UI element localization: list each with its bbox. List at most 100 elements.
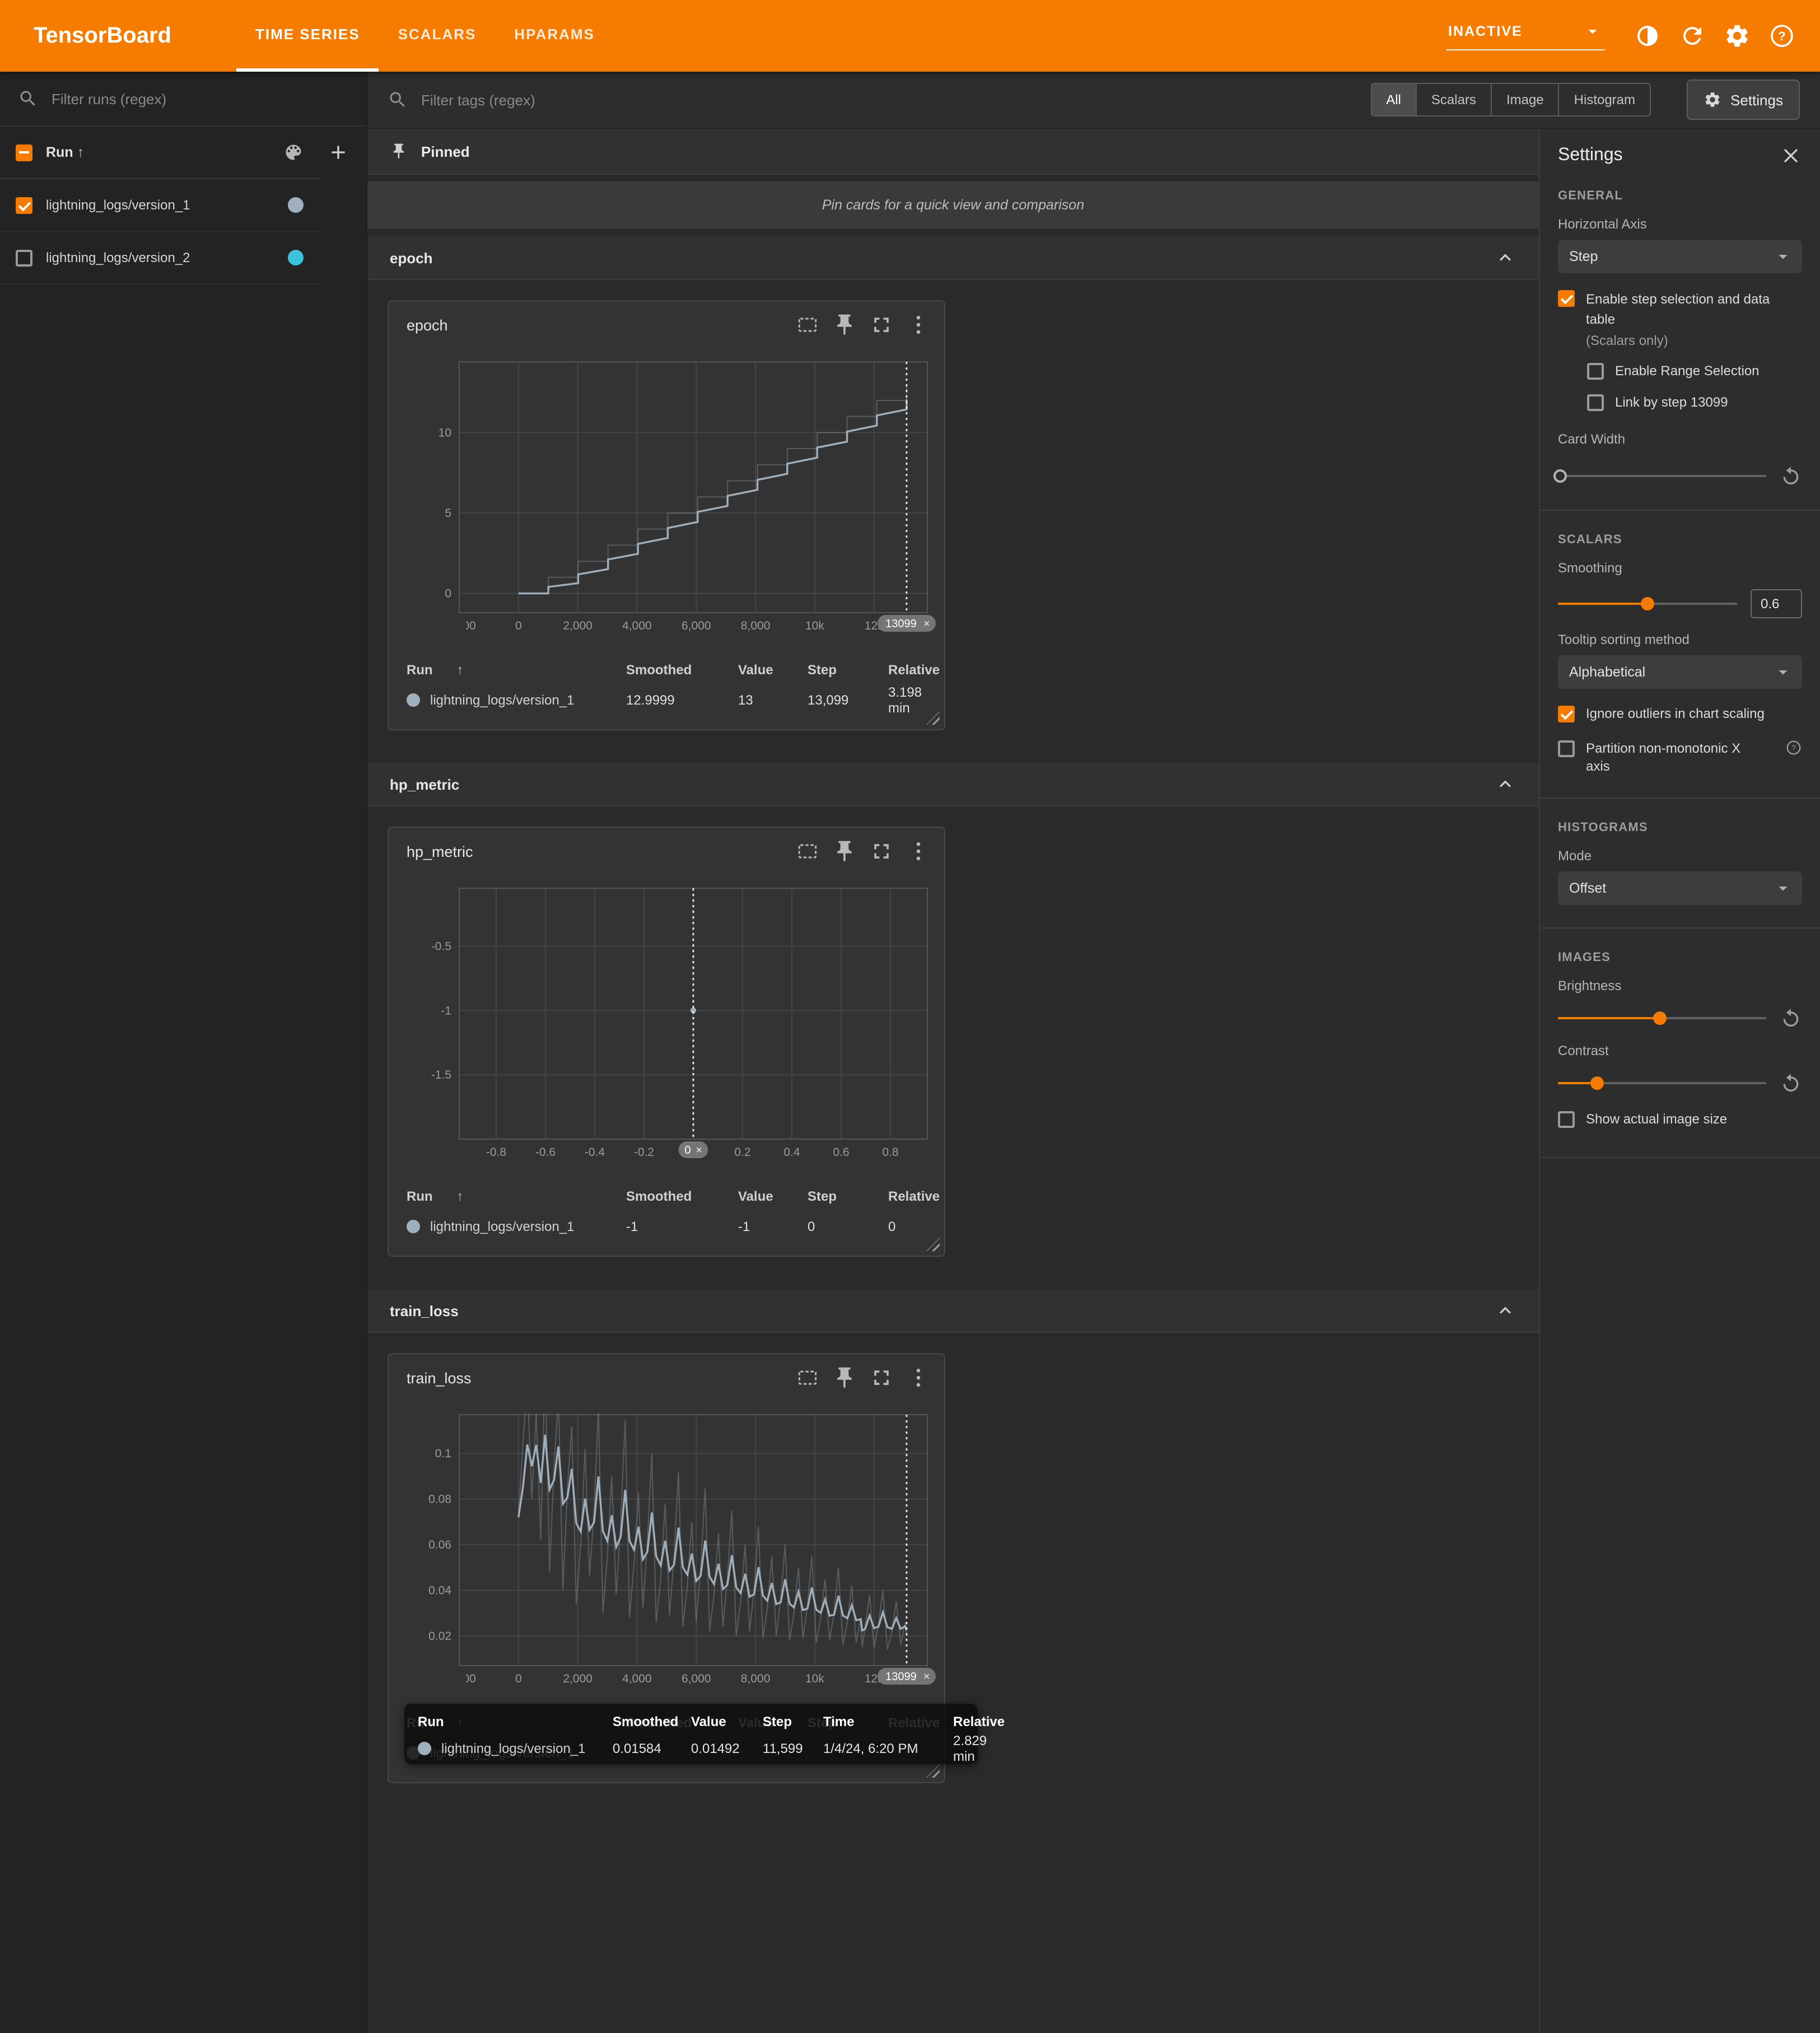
general-heading: GENERAL [1558,189,1802,203]
refresh-icon[interactable] [1679,22,1706,49]
brightness-slider[interactable] [1558,1017,1766,1019]
tags-filter-input[interactable] [419,90,782,109]
step-selection-checkbox[interactable] [1558,290,1575,307]
svg-text:8,000: 8,000 [741,1672,771,1685]
fit-to-data-icon[interactable] [795,313,820,337]
fit-to-data-icon[interactable] [795,839,820,864]
fullscreen-icon[interactable] [869,1365,894,1390]
svg-text:10k: 10k [805,1672,824,1685]
smoothing-input[interactable] [1751,590,1802,619]
reset-icon[interactable] [1780,465,1802,488]
app-title: TensorBoard [0,23,205,49]
filter-scalars-button[interactable]: Scalars [1416,83,1492,116]
link-by-step-checkbox[interactable] [1587,395,1604,412]
svg-text:?: ? [1791,743,1796,752]
smoothing-slider[interactable] [1558,603,1737,605]
help-icon[interactable]: ? [1768,22,1795,49]
epoch-data-table: Run ↑ Smoothed Value Step Relative light… [389,651,944,718]
pin-card-icon[interactable] [832,839,857,864]
section-header-hp-metric[interactable]: hp_metric [367,763,1539,806]
runs-filter-input[interactable] [49,89,348,108]
tab-time-series[interactable]: TIME SERIES [236,0,379,72]
theme-toggle-icon[interactable] [1634,22,1661,49]
scalars-heading: SCALARS [1558,534,1802,547]
open-settings-button[interactable]: Settings [1687,80,1800,120]
histogram-mode-select[interactable]: Offset [1558,871,1802,905]
search-icon [18,88,38,109]
tab-scalars[interactable]: SCALARS [379,0,496,72]
filter-image-button[interactable]: Image [1491,83,1560,116]
run-color-swatch[interactable] [288,250,304,265]
step-selection-row[interactable]: Enable step selection and data table (Sc… [1558,289,1802,348]
select-all-runs-checkbox[interactable] [16,144,32,161]
partition-x-row[interactable]: Partition non-monotonic X axis ? [1558,739,1802,775]
hp-metric-scatter-chart[interactable]: -0.8-0.6-0.4-0.200.20.40.60.8-0.5-1-1.50… [390,875,945,1177]
collapse-chevron-icon[interactable] [1494,773,1516,795]
tags-filter [388,90,1359,110]
actual-size-checkbox[interactable] [1558,1111,1575,1128]
epoch-line-chart[interactable]: -2,00002,0004,0006,0008,00010k12k0510130… [390,348,945,651]
run-checkbox[interactable] [16,197,32,213]
more-options-icon[interactable] [906,313,931,337]
reset-icon[interactable] [1780,1007,1802,1029]
section-header-train-loss[interactable]: train_loss [367,1289,1539,1333]
tab-hparams[interactable]: HPARAMS [495,0,614,72]
section-header-epoch[interactable]: epoch [367,236,1539,280]
close-icon[interactable] [1780,144,1802,167]
slider-thumb[interactable] [1591,1076,1604,1090]
settings-gear-icon[interactable] [1724,22,1751,49]
pin-card-icon[interactable] [832,313,857,337]
card-width-slider[interactable] [1558,475,1766,478]
svg-text:×: × [923,1671,930,1683]
tooltip-sort-label: Tooltip sorting method [1558,632,1802,648]
run-row-version-2[interactable]: lightning_logs/version_2 [0,232,319,285]
link-by-step-row[interactable]: Link by step 13099 [1587,393,1802,411]
actual-size-row[interactable]: Show actual image size [1558,1110,1802,1128]
run-color-swatch[interactable] [288,197,304,213]
plus-icon [327,141,349,164]
run-row-version-1[interactable]: lightning_logs/version_1 [0,179,319,232]
tag-type-filter-group: All Scalars Image Histogram [1370,83,1651,116]
ignore-outliers-row[interactable]: Ignore outliers in chart scaling [1558,705,1802,723]
filter-histogram-button[interactable]: Histogram [1558,83,1651,116]
more-options-icon[interactable] [906,839,931,864]
svg-text:8,000: 8,000 [741,619,771,632]
ignore-outliers-checkbox[interactable] [1558,706,1575,723]
run-checkbox[interactable] [16,249,32,266]
horizontal-axis-select[interactable]: Step [1558,240,1802,273]
fullscreen-icon[interactable] [869,313,894,337]
slider-thumb[interactable] [1641,598,1654,611]
actual-size-label: Show actual image size [1586,1110,1727,1128]
fullscreen-icon[interactable] [869,839,894,864]
section-title: hp_metric [390,776,459,792]
settings-panel: Settings GENERAL Horizontal Axis Step [1539,129,1820,2033]
slider-thumb[interactable] [1653,1011,1667,1025]
runs-sort-header[interactable]: Run ↑ [46,144,270,160]
cards-area: Pinned Pin cards for a quick view and co… [367,129,1539,2033]
range-selection-checkbox[interactable] [1587,363,1604,380]
fit-to-data-icon[interactable] [795,1365,820,1390]
chevron-down-icon [1773,246,1793,267]
svg-text:-1.5: -1.5 [431,1069,451,1081]
reset-icon[interactable] [1780,1072,1802,1094]
range-selection-row[interactable]: Enable Range Selection [1587,362,1802,380]
collapse-chevron-icon[interactable] [1494,246,1516,269]
svg-text:10: 10 [438,426,451,439]
add-experiment-button[interactable] [319,127,357,178]
filter-all-button[interactable]: All [1370,83,1417,116]
status-label: INACTIVE [1448,24,1523,39]
pin-card-icon[interactable] [832,1365,857,1390]
step-selection-label: Enable step selection and data table [1586,291,1770,327]
palette-icon[interactable] [283,142,304,162]
help-icon[interactable]: ? [1785,739,1802,756]
slider-thumb[interactable] [1553,470,1567,483]
collapse-chevron-icon[interactable] [1494,1299,1516,1322]
tooltip-sort-select[interactable]: Alphabetical [1558,656,1802,689]
train-loss-line-chart[interactable]: -2,00002,0004,0006,0008,00010k12k0.020.0… [390,1401,945,1704]
more-options-icon[interactable] [906,1365,931,1390]
contrast-slider[interactable] [1558,1082,1766,1084]
settings-panel-title: Settings [1558,146,1623,166]
partition-x-checkbox[interactable] [1558,740,1575,757]
runs-table: Run ↑ lightning_logs/version_1 lightning… [0,127,319,285]
reload-status-select[interactable]: INACTIVE [1446,21,1605,50]
